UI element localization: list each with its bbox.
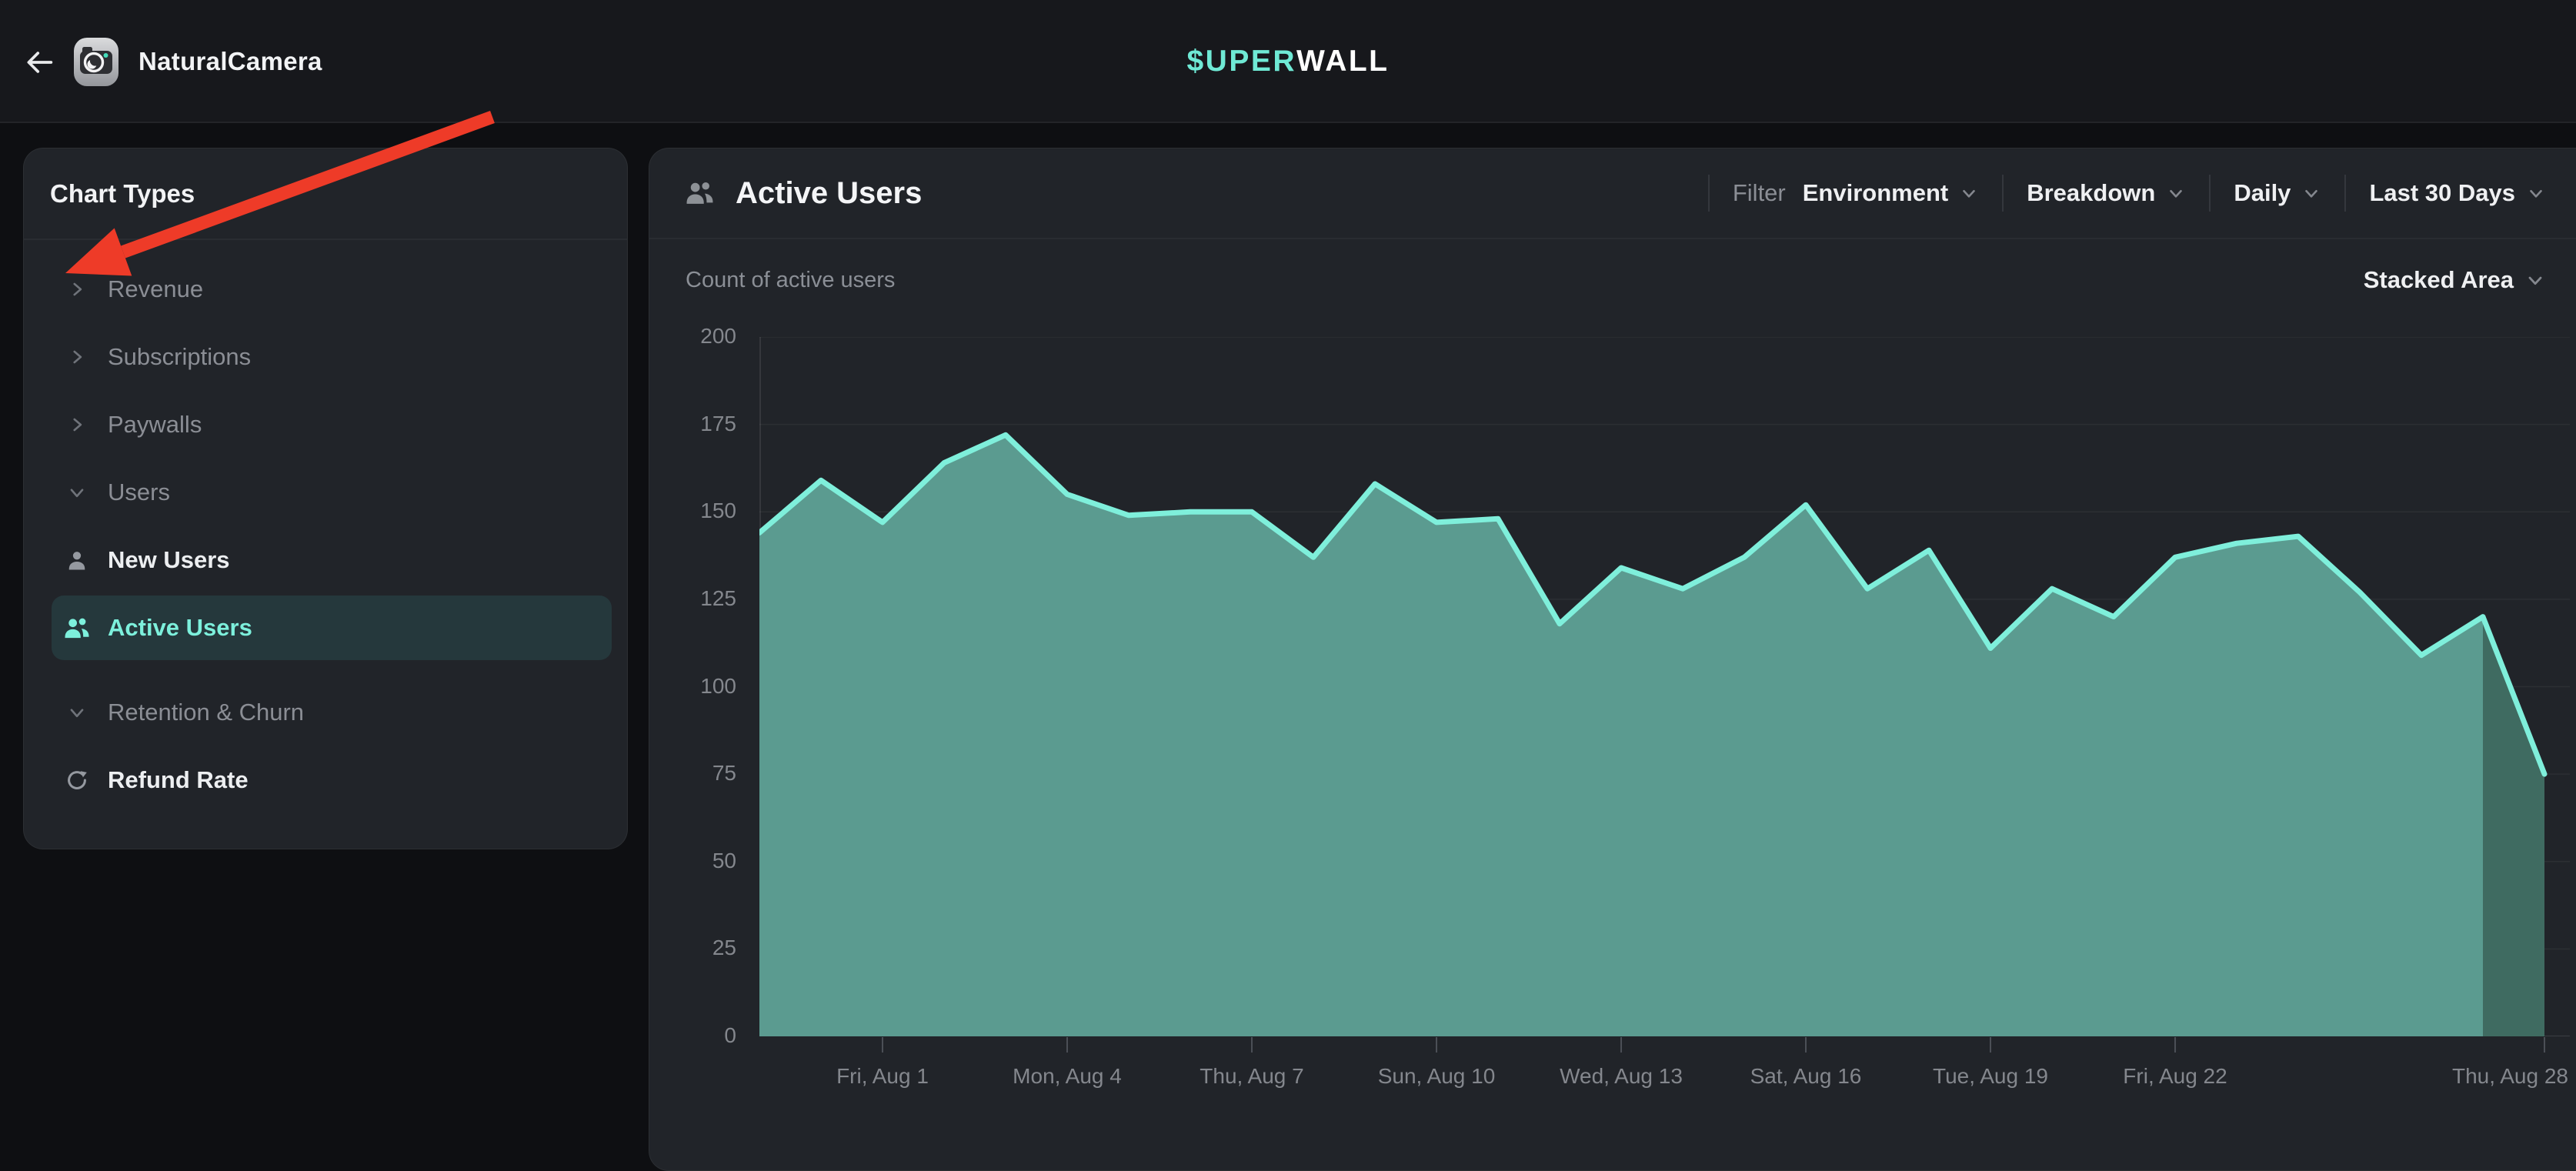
camera-app-icon: [74, 38, 118, 90]
superwall-logo: $UPERWALL: [1186, 0, 1389, 123]
sidebar-item-label: Users: [108, 479, 170, 506]
x-axis-tick: [882, 1037, 883, 1053]
chevron-right-icon: [64, 344, 90, 370]
separator: [2002, 175, 2004, 212]
filter-value: Last 30 Days: [2369, 179, 2515, 207]
app-title: NaturalCamera: [138, 0, 322, 123]
people-icon: [686, 180, 714, 206]
x-axis-label: Sat, Aug 16: [1713, 1064, 1898, 1089]
x-axis-label: Fri, Aug 22: [2083, 1064, 2267, 1089]
back-arrow-icon[interactable]: [20, 43, 58, 82]
chart-types-panel: Chart Types Revenue Subscriptions Paywalls…: [23, 148, 628, 849]
chart-subtitle: Count of active users: [686, 268, 895, 293]
people-icon: [64, 615, 90, 641]
filter-dropdown-environment[interactable]: Environment: [1803, 179, 1979, 207]
x-axis-tick: [1066, 1037, 1068, 1053]
chevron-down-icon: [1959, 183, 1979, 203]
chevron-down-icon: [2301, 183, 2321, 203]
refresh-icon: [64, 767, 90, 793]
chevron-down-icon: [64, 479, 90, 505]
sidebar-item-paywalls[interactable]: Paywalls: [52, 391, 612, 459]
area-fill-partial-day: [2483, 617, 2544, 1036]
y-axis-label: 50: [652, 849, 736, 873]
main-panel-header: Active Users Filter Environment Breakdown D…: [649, 148, 2576, 239]
area-fill: [759, 435, 2483, 1036]
x-axis-label: Thu, Aug 7: [1160, 1064, 1344, 1089]
x-axis-label: Tue, Aug 19: [1898, 1064, 2083, 1089]
sidebar-item-label: Refund Rate: [108, 766, 249, 794]
chevron-down-icon: [2526, 183, 2546, 203]
x-axis-tick: [1251, 1037, 1253, 1053]
x-axis-label: Thu, Aug 28: [2384, 1064, 2568, 1089]
x-axis-tick: [2544, 1037, 2545, 1053]
x-axis-label: Fri, Aug 1: [790, 1064, 975, 1089]
sidebar-item-users[interactable]: Users: [52, 459, 612, 526]
separator: [1708, 175, 1710, 212]
y-axis-label: 75: [652, 761, 736, 786]
y-axis-label: 200: [652, 324, 736, 349]
page-title: Active Users: [736, 176, 922, 211]
y-axis-label: 175: [652, 412, 736, 436]
y-axis-label: 150: [652, 499, 736, 523]
filter-bar: Filter Environment Breakdown Daily Last 30 D…: [1685, 175, 2546, 212]
separator: [2209, 175, 2211, 212]
x-axis-label: Wed, Aug 13: [1529, 1064, 1713, 1089]
chevron-down-icon: [64, 699, 90, 726]
chart-type-value: Stacked Area: [2364, 266, 2514, 294]
separator: [2344, 175, 2346, 212]
x-axis-tick: [2174, 1037, 2176, 1053]
sidebar-item-label: Active Users: [108, 614, 252, 642]
sidebar-item-label: Revenue: [108, 275, 203, 303]
x-axis-tick: [1805, 1037, 1807, 1053]
y-axis-label: 25: [652, 936, 736, 960]
person-icon: [64, 547, 90, 573]
x-axis-tick: [1990, 1037, 1991, 1053]
sidebar-item-label: Retention & Churn: [108, 699, 304, 726]
filter-value: Breakdown: [2027, 179, 2155, 207]
filter-dropdown-daily[interactable]: Daily: [2234, 179, 2321, 207]
y-axis-label: 0: [652, 1023, 736, 1048]
chart-type-dropdown[interactable]: Stacked Area: [2364, 266, 2546, 294]
y-axis-label: 125: [652, 586, 736, 611]
sidebar-item-revenue[interactable]: Revenue: [52, 255, 612, 323]
filter-dropdown-last-30-days[interactable]: Last 30 Days: [2369, 179, 2546, 207]
sidebar-item-subscriptions[interactable]: Subscriptions: [52, 323, 612, 391]
top-bar: NaturalCamera $UPERWALL: [0, 0, 2576, 123]
sidebar-title: Chart Types: [24, 148, 627, 240]
sidebar-item-refund-rate[interactable]: Refund Rate: [52, 746, 612, 814]
x-axis-tick: [1436, 1037, 1437, 1053]
logo-white-part: WALL: [1296, 45, 1389, 78]
area-chart-plot[interactable]: [759, 337, 2570, 1036]
y-axis-label: 100: [652, 674, 736, 699]
sidebar-item-label: Subscriptions: [108, 343, 251, 371]
sidebar-item-label: New Users: [108, 546, 230, 574]
filter-label: Filter: [1733, 179, 1786, 207]
chevron-down-icon: [2166, 183, 2186, 203]
sidebar-item-label: Paywalls: [108, 411, 202, 439]
sidebar-item-new-users[interactable]: New Users: [52, 526, 612, 594]
chevron-down-icon: [2524, 269, 2546, 291]
x-axis-label: Mon, Aug 4: [975, 1064, 1160, 1089]
filter-value: Daily: [2234, 179, 2291, 207]
x-axis-tick: [1620, 1037, 1622, 1053]
filter-dropdown-breakdown[interactable]: Breakdown: [2027, 179, 2186, 207]
chevron-right-icon: [64, 412, 90, 438]
chevron-right-icon: [64, 276, 90, 302]
logo-teal-part: $UPER: [1186, 45, 1296, 78]
chart-subheader: Count of active users Stacked Area: [649, 239, 2576, 321]
sidebar-item-retention-churn[interactable]: Retention & Churn: [52, 679, 612, 746]
sidebar-item-active-users[interactable]: Active Users: [52, 596, 612, 660]
filter-value: Environment: [1803, 179, 1948, 207]
x-axis-label: Sun, Aug 10: [1344, 1064, 1529, 1089]
chart-types-list: Revenue Subscriptions Paywalls Users New Use…: [24, 240, 627, 814]
